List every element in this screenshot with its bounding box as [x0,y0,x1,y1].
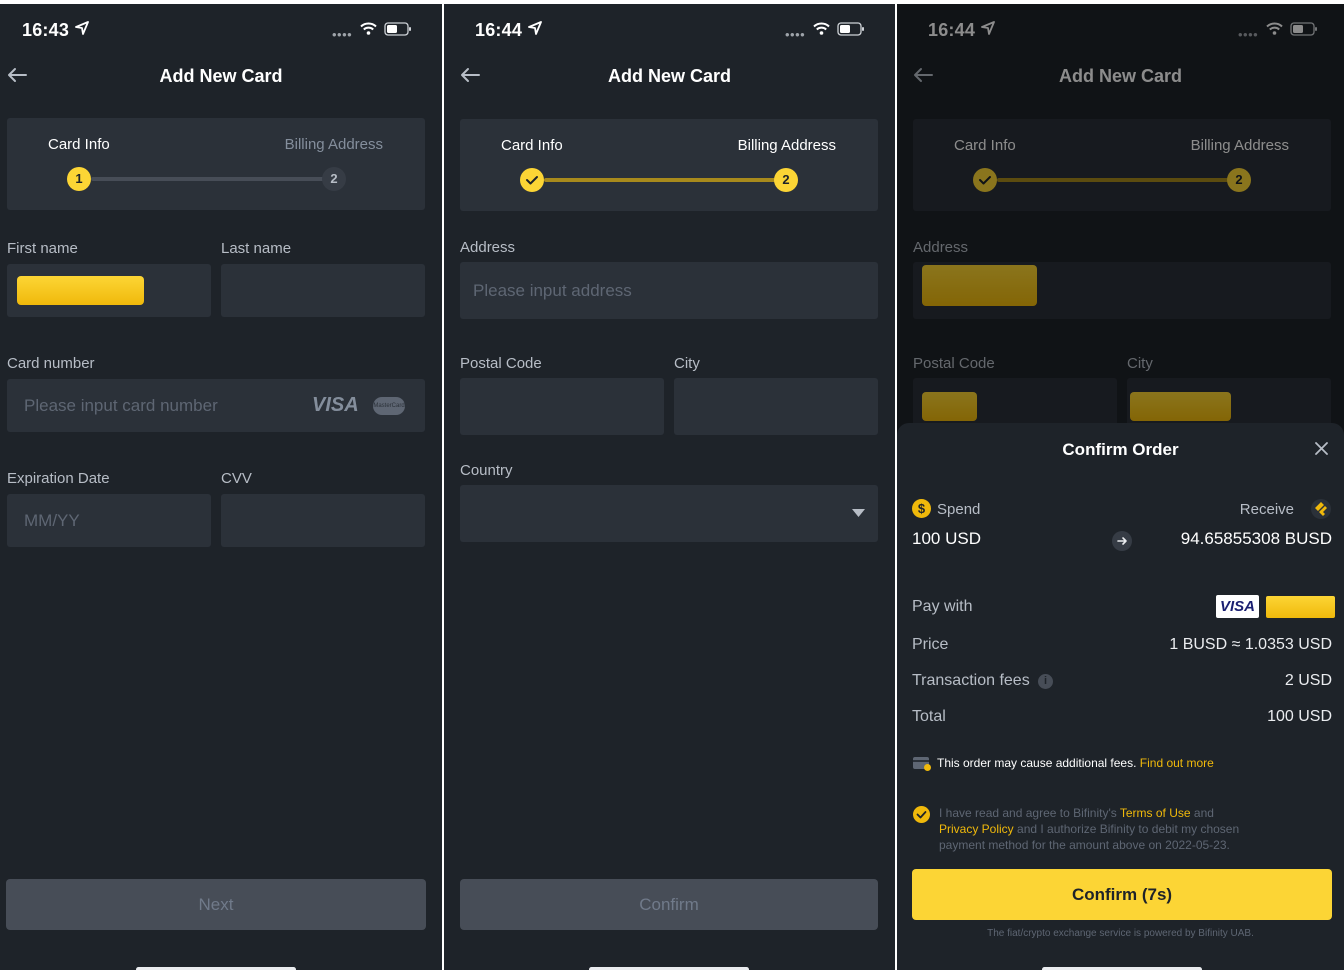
step-billing-label: Billing Address [284,136,383,153]
stepper: Card Info Billing Address 1 2 [7,118,425,210]
expiration-label: Expiration Date [7,470,110,487]
expiration-placeholder: MM/YY [24,511,80,530]
agreement-line-2: and I authorize Bifinity to debit my cho… [1017,822,1240,836]
info-icon[interactable]: i [1038,674,1053,689]
wifi-icon [360,22,377,35]
step-dot-2: 2 [322,167,346,191]
fee-notice: This order may cause additional fees. Fi… [937,756,1214,770]
status-time: 16:43 [22,20,70,40]
last-name-field[interactable] [221,264,425,317]
agreement-line-3: payment method for the amount above on 2… [939,838,1230,852]
card-number-field[interactable]: Please input card number VISA MasterCard [7,379,425,432]
address-label: Address [460,239,516,256]
step-card-info-label: Card Info [48,136,110,153]
card-number-label: Card number [7,355,95,372]
total-value: 100 USD [1267,708,1332,725]
mastercard-logo-icon: MasterCard [373,397,405,415]
first-name-field[interactable] [7,264,211,317]
step-progress-line [544,178,788,182]
stepper: Card Info Billing Address 2 [460,119,878,211]
wifi-icon [813,22,830,35]
city-label: City [674,355,700,372]
cellular-signal-icon: •••• [332,27,353,42]
visa-logo-icon: VISA [312,394,359,416]
step-card-info-label: Card Info [501,137,563,154]
last-name-label: Last name [221,240,292,257]
agreement-text: I have read and agree to Bifinity's Term… [939,805,1239,853]
dollar-coin-icon: $ [912,499,931,518]
pay-with-label: Pay with [912,598,973,615]
postal-code-label: Postal Code [460,355,542,372]
step-dot-1: 1 [67,167,91,191]
confirm-order-button[interactable]: Confirm (7s) [912,869,1332,920]
price-label: Price [912,636,949,653]
screen-card-info: 16:43 •••• Add New Card Card Info Billin… [0,4,442,970]
card-number-placeholder: Please input card number [24,396,218,415]
address-placeholder: Please input address [473,281,632,300]
country-select[interactable] [460,485,878,542]
agreement-and: and [1193,806,1214,820]
footer-note: The fiat/crypto exchange service is powe… [987,928,1254,939]
battery-icon [837,22,864,36]
status-time: 16:44 [475,20,523,40]
agree-checkbox[interactable] [913,806,930,823]
privacy-policy-link[interactable]: Privacy Policy [939,822,1014,836]
cvv-field[interactable] [221,494,425,547]
arrow-right-icon [1112,531,1132,551]
cellular-signal-icon: •••• [785,27,806,42]
fee-notice-text: This order may cause additional fees. [937,756,1137,770]
fees-label: Transaction fees [912,672,1030,689]
city-field[interactable] [674,378,878,435]
spend-value: 100 USD [912,529,981,548]
address-field[interactable]: Please input address [460,262,878,319]
caret-down-icon [852,509,865,517]
receive-label: Receive [1239,501,1294,518]
page-title: Add New Card [159,66,283,86]
location-arrow-icon [528,21,542,35]
step-dot-1-check-icon [520,168,544,192]
step-dot-2: 2 [774,168,798,192]
step-progress-line [91,177,335,181]
redacted-card-number [1266,596,1335,618]
terms-of-use-link[interactable]: Terms of Use [1120,806,1191,820]
sheet-title: Confirm Order [1062,440,1179,459]
cvv-label: CVV [221,470,252,487]
next-button[interactable]: Next [6,879,426,930]
first-name-label: First name [7,240,78,257]
battery-icon [384,22,411,36]
visa-logo-icon: VISA [1216,595,1259,618]
postal-code-field[interactable] [460,378,664,435]
step-billing-label: Billing Address [737,137,836,154]
confirm-button[interactable]: Confirm [460,879,878,930]
expiration-field[interactable]: MM/YY [7,494,211,547]
screen-billing-address: 16:44 •••• Add New Card Card Info Billin… [444,4,895,970]
total-label: Total [912,708,946,725]
status-bar: 16:43 •••• [0,4,442,54]
country-label: Country [460,462,513,479]
card-fee-icon [913,757,931,771]
receive-value: 94.65855308 BUSD [1180,529,1332,548]
screen-confirm-order: 16:44 •••• Add New Card Card Info Billin… [897,4,1344,970]
location-arrow-icon [75,21,89,35]
confirm-order-sheet: Confirm Order $ Spend 100 USD Receive 94… [897,423,1344,970]
redacted-value [17,276,144,305]
page-title: Add New Card [607,66,731,86]
fees-value: 2 USD [1284,672,1332,689]
agreement-line-1: I have read and agree to Bifinity's [939,806,1117,820]
busd-coin-icon [1311,499,1331,519]
status-bar: 16:44 •••• [444,4,895,54]
spend-label: Spend [937,501,981,518]
close-icon[interactable] [1315,442,1328,455]
find-out-more-link[interactable]: Find out more [1140,756,1214,770]
price-value: 1 BUSD ≈ 1.0353 USD [1169,636,1332,653]
